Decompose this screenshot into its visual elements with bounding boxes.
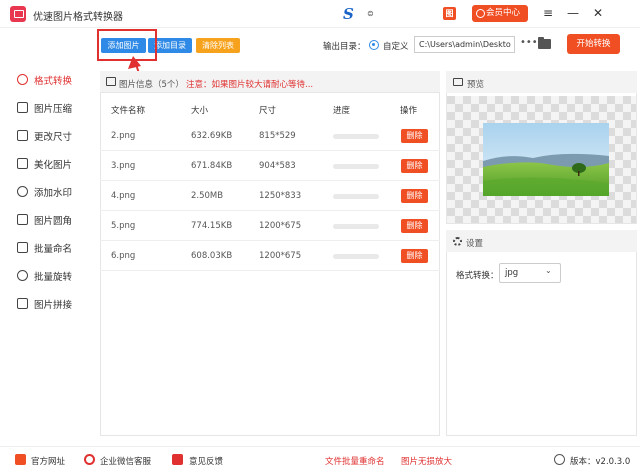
table-row: 2.png 632.69KB 815*529 删除 <box>100 121 440 151</box>
delete-button[interactable]: 删除 <box>401 129 428 143</box>
file-dims: 904*583 <box>259 161 296 171</box>
file-panel-note: 注意：如果图片较大请耐心等待... <box>186 80 314 90</box>
sidebar-item-label: 批量旋转 <box>34 272 73 283</box>
progress-bar <box>333 164 379 169</box>
image-info-icon <box>106 77 116 86</box>
custom-radio[interactable] <box>369 40 379 50</box>
version-text: 版本：v2.0.3.0 <box>570 457 631 467</box>
file-size: 671.84KB <box>191 161 233 171</box>
column-header-progress: 进度 <box>333 106 351 116</box>
preview-image <box>483 123 609 196</box>
website-icon <box>15 454 26 465</box>
file-size: 632.69KB <box>191 131 233 141</box>
preview-icon <box>453 78 463 86</box>
delete-button[interactable]: 删除 <box>401 219 428 233</box>
file-panel-title: 图片信息（5个） <box>119 80 184 90</box>
rotate-icon <box>17 270 28 281</box>
column-header-size: 大小 <box>191 106 209 116</box>
custom-radio-label: 自定义 <box>383 42 409 52</box>
file-name: 3.png <box>111 161 136 171</box>
file-size: 2.50MB <box>191 191 224 201</box>
progress-bar <box>333 224 379 229</box>
table-row: 6.png 608.03KB 1200*675 删除 <box>100 241 440 271</box>
feedback-icon <box>172 454 183 465</box>
settings-title: 设置 <box>466 239 484 249</box>
resize-icon <box>17 130 28 141</box>
settings-panel <box>446 230 637 436</box>
format-value: jpg <box>505 268 519 278</box>
sidebar-item-label: 图片压缩 <box>34 104 73 115</box>
sidebar-item-label: 美化图片 <box>34 160 73 171</box>
start-convert-button[interactable]: 开始转换 <box>567 34 620 54</box>
preview-title: 预览 <box>467 80 485 90</box>
file-size: 608.03KB <box>191 251 233 261</box>
progress-bar <box>333 194 379 199</box>
column-header-name: 文件名称 <box>111 106 146 116</box>
watermark-icon <box>17 186 28 197</box>
output-path-input[interactable] <box>414 36 515 53</box>
format-icon <box>17 74 28 85</box>
table-row: 5.png 774.15KB 1200*675 删除 <box>100 211 440 241</box>
splice-icon <box>17 298 28 309</box>
file-name: 5.png <box>111 221 136 231</box>
sidebar-item-label: 添加水印 <box>34 188 73 199</box>
sidebar-item-label: 图片拼接 <box>34 300 73 311</box>
gear-icon <box>453 237 462 246</box>
round-corner-icon <box>17 214 28 225</box>
file-name: 6.png <box>111 251 136 261</box>
sidebar-item-label: 批量命名 <box>34 244 73 255</box>
wechat-service-icon <box>84 454 95 465</box>
batch-rename-link[interactable]: 文件批量重命名 <box>325 455 385 467</box>
lossless-zoom-link[interactable]: 图片无损放大 <box>401 455 452 467</box>
progress-bar <box>333 254 379 259</box>
folder-icon[interactable] <box>538 37 551 49</box>
chevron-down-icon: ⌄ <box>545 266 552 275</box>
file-size: 774.15KB <box>191 221 233 231</box>
file-name: 2.png <box>111 131 136 141</box>
sidebar-item-label: 更改尺寸 <box>34 132 73 143</box>
version-icon <box>554 454 565 465</box>
footer <box>0 446 640 475</box>
table-row: 3.png 671.84KB 904*583 删除 <box>100 151 440 181</box>
column-header-dims: 尺寸 <box>259 106 277 116</box>
more-options-button[interactable]: ••• <box>520 37 538 48</box>
file-name: 4.png <box>111 191 136 201</box>
wechat-service-link[interactable]: 企业微信客服 <box>100 455 151 467</box>
rename-icon <box>17 242 28 253</box>
delete-button[interactable]: 删除 <box>401 249 428 263</box>
output-dir-label: 输出目录： <box>323 42 366 52</box>
sidebar-item-label: 图片圆角 <box>34 216 73 227</box>
official-website-link[interactable]: 官方网址 <box>31 455 65 467</box>
table-row: 4.png 2.50MB 1250*833 删除 <box>100 181 440 211</box>
sidebar-item-label: 格式转换 <box>34 76 73 87</box>
compress-icon <box>17 102 28 113</box>
delete-button[interactable]: 删除 <box>401 189 428 203</box>
file-dims: 1200*675 <box>259 221 302 231</box>
file-dims: 1250*833 <box>259 191 302 201</box>
column-header-action: 操作 <box>400 106 418 116</box>
delete-button[interactable]: 删除 <box>401 159 428 173</box>
progress-bar <box>333 134 379 139</box>
feedback-link[interactable]: 意见反馈 <box>189 455 223 467</box>
format-label: 格式转换： <box>456 271 499 281</box>
file-dims: 1200*675 <box>259 251 302 261</box>
file-dims: 815*529 <box>259 131 296 141</box>
beautify-icon <box>17 158 28 169</box>
